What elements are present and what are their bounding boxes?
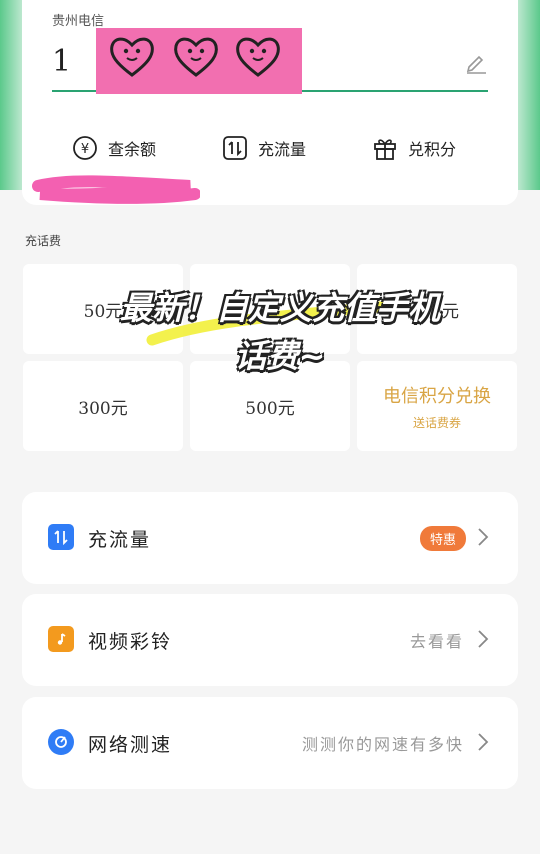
chevron-right-icon <box>478 528 489 546</box>
tile-amount: 300元 <box>78 398 128 419</box>
heart-sticker-icon <box>174 37 218 77</box>
music-note-icon <box>48 626 74 652</box>
check-balance-label: 查余额 <box>108 140 157 159</box>
carrier-label: 贵州电信 <box>52 14 105 29</box>
overlay-line-2: 话费~ <box>234 337 326 375</box>
speed-gauge-icon <box>48 729 74 755</box>
overlay-line-1: 最新！自定义充值手机 <box>119 289 440 327</box>
row-hint: 测测你的网速有多快 <box>301 735 464 754</box>
data-transfer-icon <box>48 524 74 550</box>
redeem-points-button[interactable]: 兑积分 <box>372 130 456 166</box>
row-hint: 去看看 <box>409 632 464 651</box>
points-exchange-subtitle: 送话费券 <box>412 415 461 430</box>
redeem-points-label: 兑积分 <box>408 140 457 159</box>
row-recharge-data[interactable]: 充流量 特惠 <box>22 492 518 584</box>
svg-text:¥: ¥ <box>81 142 89 157</box>
deal-badge: 特惠 <box>419 526 466 551</box>
data-transfer-icon <box>222 135 248 161</box>
points-exchange-title: 电信积分兑换 <box>383 385 491 407</box>
row-label: 视频彩铃 <box>88 631 173 653</box>
quick-actions: ¥ 查余额 充流量 兑积分 <box>22 130 518 170</box>
overlay-caption: 最新！自定义充值手机 话费~ <box>100 285 460 379</box>
chevron-right-icon <box>478 630 489 648</box>
row-speed-test[interactable]: 网络测速 测测你的网速有多快 <box>22 697 518 789</box>
row-label: 网络测速 <box>88 734 173 756</box>
recharge-section-label: 充话费 <box>25 234 62 248</box>
redaction-sticker <box>96 28 302 94</box>
recharge-data-button[interactable]: 充流量 <box>222 130 306 166</box>
phone-input[interactable]: 1 <box>52 28 488 94</box>
edit-pencil-icon[interactable] <box>464 50 488 74</box>
heart-sticker-icon <box>236 37 280 77</box>
phone-number-prefix: 1 <box>52 44 72 79</box>
heart-sticker-icon <box>110 37 154 77</box>
check-balance-button[interactable]: ¥ 查余额 <box>72 130 156 166</box>
gift-icon <box>372 135 398 161</box>
recharge-data-label: 充流量 <box>258 140 307 159</box>
pink-scribble <box>32 175 200 204</box>
row-label: 充流量 <box>88 529 152 551</box>
yen-icon: ¥ <box>72 135 98 161</box>
chevron-right-icon <box>478 733 489 751</box>
row-video-ringtone[interactable]: 视频彩铃 去看看 <box>22 594 518 686</box>
tile-amount: 500元 <box>245 398 295 419</box>
